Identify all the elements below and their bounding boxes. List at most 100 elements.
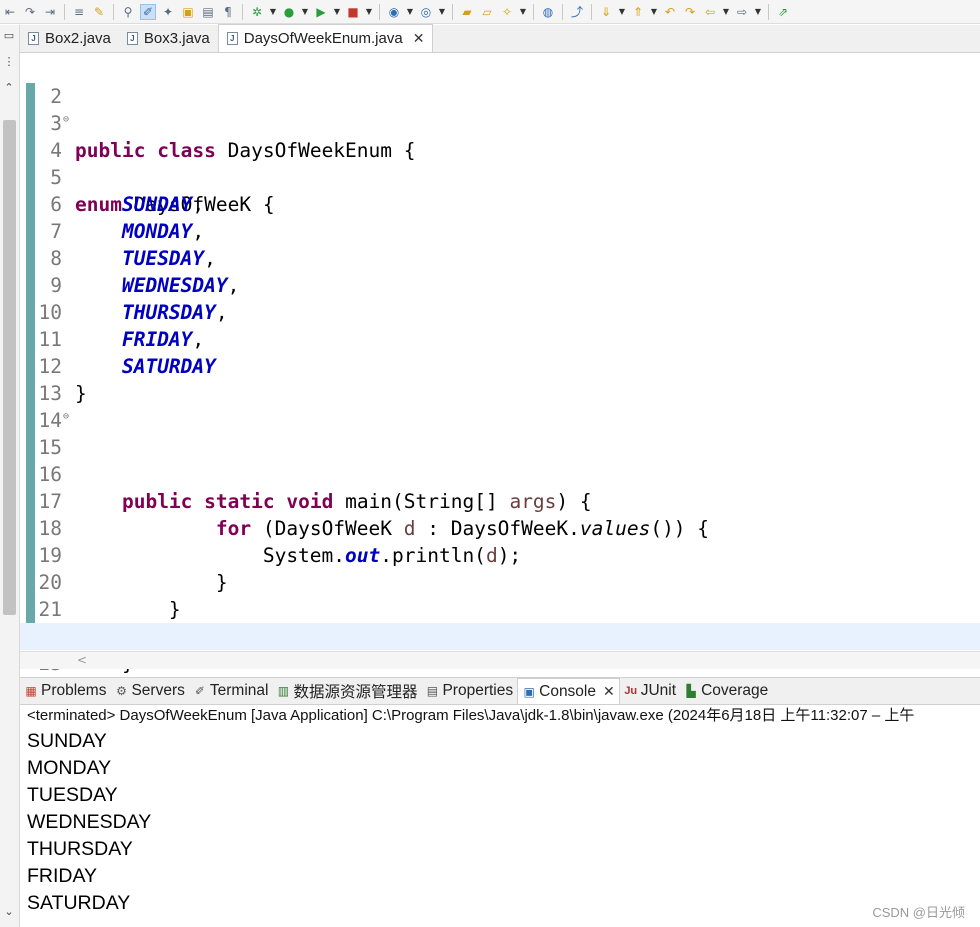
code-line: 17 for (DaysOfWeeK d : DaysOfWeeK.values… — [20, 461, 980, 540]
console-line: FRIDAY — [27, 865, 98, 887]
nav-forward-icon[interactable]: ⇨ — [734, 4, 750, 20]
run-last-icon[interactable]: ▶ — [313, 4, 329, 20]
toolbar-separator — [562, 3, 563, 20]
chevron-down-icon[interactable]: ▼ — [650, 4, 658, 20]
chevron-down-icon[interactable]: ▼ — [269, 4, 277, 20]
tab-console[interactable]: ▣ Console ✕ — [517, 678, 620, 704]
debug-icon[interactable]: ✲ — [249, 4, 265, 20]
chevron-down-icon[interactable]: ⌄ — [2, 905, 16, 919]
tab-box3-java[interactable]: J Box3.java — [119, 25, 218, 52]
toolbar-separator — [113, 3, 114, 20]
chevron-down-icon[interactable]: ▼ — [301, 4, 309, 20]
main-toolbar: ⇤ ↷ ⇥ ≡ ✎ ⚲ ✐ ✦ ▣ ▤ ¶ ✲ ▼ ● ▼ ▶ ▼ ■ ▼ ◉ … — [0, 0, 980, 24]
code-line: 5 SUNDAY, — [20, 137, 980, 216]
toolbar-separator — [768, 3, 769, 20]
code-editor[interactable]: 2 3 public class DaysOfWeekEnum { 4 ⊖ en… — [20, 54, 980, 675]
chevron-down-icon[interactable]: ▼ — [406, 4, 414, 20]
code-line: 11 SATURDAY — [20, 299, 980, 378]
chevron-down-icon[interactable]: ▼ — [519, 4, 527, 20]
highlight-icon[interactable]: ✐ — [140, 3, 156, 20]
console-line: WEDNESDAY — [27, 811, 152, 833]
open-icon[interactable]: ▱ — [479, 4, 495, 20]
tab-label: Servers — [131, 682, 185, 699]
open-resource-icon[interactable]: ▤ — [200, 4, 216, 20]
code-line: 20 } — [20, 542, 980, 621]
code-line: 3 public class DaysOfWeekEnum { — [20, 83, 980, 162]
editor-tab-bar: J Box2.java J Box3.java J DaysOfWeekEnum… — [20, 24, 980, 53]
globe-icon[interactable]: ◍ — [540, 4, 556, 20]
tab-coverage[interactable]: ▙ Coverage — [680, 678, 772, 704]
restore-icon[interactable]: ▭ — [2, 29, 16, 43]
code-line: 22 } — [20, 596, 980, 675]
tab-daysofweekenum-java[interactable]: J DaysOfWeekEnum.java ✕ — [217, 24, 434, 52]
code-line: 16 — [20, 434, 980, 486]
servers-icon: ⚙ — [116, 684, 127, 698]
new-class-icon[interactable]: ◉ — [386, 4, 402, 20]
mark-icon[interactable]: ✦ — [160, 4, 176, 20]
tab-terminal[interactable]: ✐ Terminal — [189, 678, 273, 704]
skip-back-icon[interactable]: ⇤ — [2, 4, 18, 20]
open-type-icon[interactable]: ▣ — [180, 4, 196, 20]
tab-junit[interactable]: Ju JUnit — [620, 678, 680, 704]
tab-problems[interactable]: ▦ Problems — [20, 678, 110, 704]
prev-annotation-icon[interactable]: ⇑ — [630, 4, 646, 20]
forward-icon[interactable]: ↷ — [682, 4, 698, 20]
toolbar-separator — [379, 3, 380, 20]
step-list-icon[interactable]: ≡ — [71, 4, 87, 20]
code-line: 4 ⊖ enum DaysOfWeeK { — [20, 110, 980, 216]
code-line: 8 WEDNESDAY, — [20, 218, 980, 297]
toolbar-separator — [242, 3, 243, 20]
chevron-down-icon[interactable]: ▼ — [333, 4, 341, 20]
tab-label: Box3.java — [143, 30, 210, 47]
pin-icon[interactable]: ⚲ — [120, 4, 136, 20]
java-file-icon: J — [126, 32, 138, 45]
close-icon[interactable]: ✕ — [603, 683, 615, 700]
vertical-scrollbar-thumb[interactable] — [3, 120, 16, 615]
chevron-down-icon[interactable]: ▼ — [722, 4, 730, 20]
tab-datasource[interactable]: ▥ 数据源资源管理器 — [272, 678, 421, 704]
more-icon[interactable]: ⋮ — [2, 55, 16, 69]
paragraph-icon[interactable]: ¶ — [220, 4, 236, 20]
chevron-up-icon[interactable]: ⌃ — [2, 81, 16, 95]
chevron-down-icon[interactable]: ▼ — [618, 4, 626, 20]
chevron-down-icon[interactable]: ▼ — [438, 4, 446, 20]
tab-servers[interactable]: ⚙ Servers — [110, 678, 188, 704]
datasource-icon: ▥ — [277, 684, 290, 698]
tab-label: Box2.java — [45, 30, 111, 47]
fold-collapse-icon[interactable]: ⊖ — [63, 110, 69, 130]
horizontal-scrollbar[interactable]: < — [20, 651, 980, 669]
code-line: 21 — [20, 569, 980, 621]
next-annotation-icon[interactable]: ⇓ — [598, 4, 614, 20]
search-icon[interactable]: ✧ — [499, 4, 515, 20]
junit-icon: Ju — [624, 685, 638, 697]
chevron-down-icon[interactable]: ▼ — [365, 4, 373, 20]
run-icon[interactable]: ● — [281, 4, 297, 20]
format-icon[interactable]: ✎ — [91, 4, 107, 20]
back-icon[interactable]: ↶ — [662, 4, 678, 20]
toolbar-separator — [533, 3, 534, 20]
toolbar-separator — [64, 3, 65, 20]
console-line: SUNDAY — [27, 730, 107, 752]
nav-back-icon[interactable]: ⇦ — [702, 4, 718, 20]
close-icon[interactable]: ✕ — [413, 30, 425, 47]
console-line: MONDAY — [27, 757, 112, 779]
console-line: TUESDAY — [27, 784, 118, 806]
skip-forward-icon[interactable]: ⇥ — [42, 4, 58, 20]
tab-box2-java[interactable]: J Box2.java — [20, 25, 119, 52]
chevron-down-icon[interactable]: ▼ — [754, 4, 762, 20]
new-package-icon[interactable]: ◎ — [418, 4, 434, 20]
open-folder-icon[interactable]: ▰ — [459, 4, 475, 20]
stop-icon[interactable]: ■ — [345, 4, 361, 20]
console-output[interactable]: SUNDAY MONDAY TUESDAY WEDNESDAY THURSDAY… — [27, 728, 151, 917]
tab-label: Coverage — [701, 682, 769, 699]
code-line: 14 — [20, 380, 980, 432]
skip-icon[interactable]: ↷ — [22, 4, 38, 20]
maximize-icon[interactable]: ⇗ — [775, 4, 791, 20]
code-line: 12 } — [20, 326, 980, 405]
chevron-left-icon[interactable]: < — [77, 653, 87, 667]
refactor-icon[interactable]: ⤴ — [569, 4, 585, 20]
tab-label: Properties — [442, 682, 514, 699]
console-line: SATURDAY — [27, 892, 131, 914]
fold-collapse-icon[interactable]: ⊖ — [63, 407, 69, 427]
tab-properties[interactable]: ▤ Properties — [421, 678, 517, 704]
